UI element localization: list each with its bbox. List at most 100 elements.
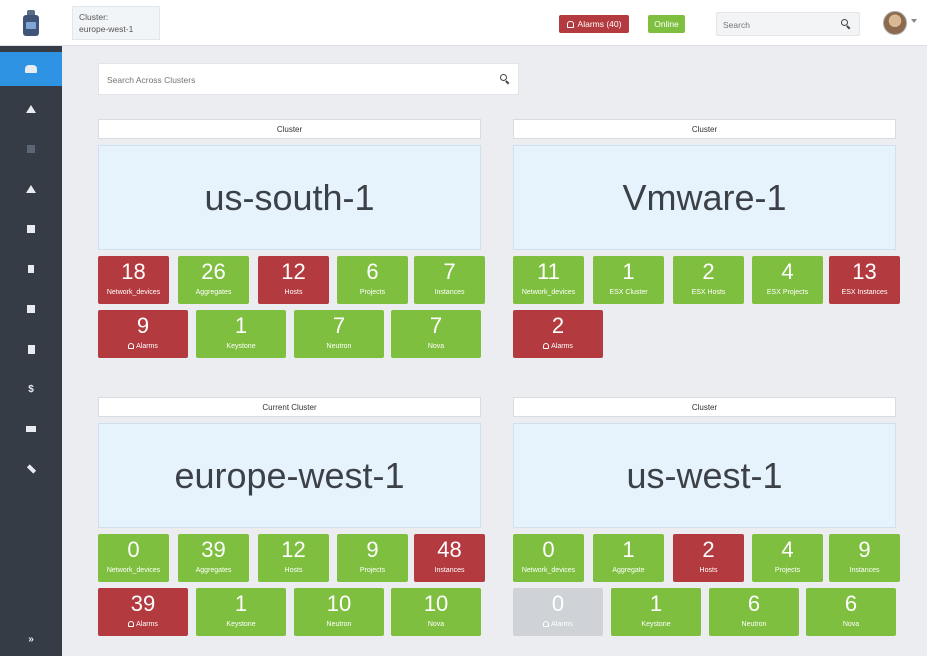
- metric-tile-projects[interactable]: 9 Projects: [337, 534, 408, 582]
- metric-label-text: Projects: [359, 289, 386, 296]
- metric-tile-alarms[interactable]: 2 Alarms: [513, 310, 603, 358]
- sidebar-item-topology[interactable]: [0, 412, 62, 446]
- current-cluster-selector[interactable]: Cluster: europe-west-1: [72, 6, 160, 40]
- metric-tile-nova[interactable]: 10 Nova: [391, 588, 481, 636]
- metric-tile-hosts[interactable]: 12 Hosts: [258, 256, 329, 304]
- metric-tile-keystone[interactable]: 1 Keystone: [196, 588, 286, 636]
- metric-label: Nova: [391, 620, 481, 630]
- metric-label: Projects: [752, 566, 823, 576]
- cluster-name[interactable]: us-west-1: [513, 423, 896, 528]
- metric-value: 13: [852, 259, 877, 284]
- cluster-name[interactable]: us-south-1: [98, 145, 481, 250]
- cluster-name[interactable]: Vmware-1: [513, 145, 896, 250]
- metric-value: 26: [201, 259, 226, 284]
- metric-tile-network-devices[interactable]: 18 Network_devices: [98, 256, 169, 304]
- metric-value: 10: [326, 591, 352, 616]
- metric-tile-keystone[interactable]: 1 Keystone: [611, 588, 701, 636]
- metric-value: 12: [281, 537, 306, 562]
- metric-tile-alarms[interactable]: 0 Alarms: [513, 588, 603, 636]
- sidebar-item-alerts[interactable]: [0, 172, 62, 206]
- metric-label: Network_devices: [513, 566, 584, 576]
- metric-tile-neutron[interactable]: 6 Neutron: [709, 588, 799, 636]
- metric-tile-network-devices[interactable]: 0 Network_devices: [513, 534, 584, 582]
- sidebar-item-billing[interactable]: $: [0, 372, 62, 406]
- metric-tile-nova[interactable]: 6 Nova: [806, 588, 896, 636]
- metric-label-text: Neutron: [326, 621, 352, 628]
- metric-tile-esx-instances[interactable]: 13 ESX Instances: [829, 256, 900, 304]
- sidebar-item-settings[interactable]: [0, 452, 62, 486]
- metric-tile-aggregates[interactable]: 39 Aggregates: [178, 534, 249, 582]
- sidebar-item-mail[interactable]: [0, 132, 62, 166]
- app-logo[interactable]: [0, 0, 62, 46]
- metric-label: Instances: [414, 288, 485, 298]
- metric-label: Network_devices: [513, 288, 584, 298]
- cluster-card: Cluster us-west-1 0 Network_devices 1 Aggrega…: [513, 397, 900, 637]
- cluster-search-input[interactable]: [107, 73, 487, 87]
- metric-value: 6: [844, 591, 858, 616]
- sidebar-item-charts[interactable]: [0, 252, 62, 286]
- alarms-button[interactable]: Alarms (40): [559, 15, 629, 33]
- metric-label-text: Network_devices: [106, 289, 161, 296]
- cluster-name[interactable]: europe-west-1: [98, 423, 481, 528]
- metric-value: 7: [332, 313, 346, 338]
- metric-label-text: Aggregates: [195, 289, 232, 296]
- metric-value: 0: [127, 537, 140, 562]
- metric-tile-aggregate[interactable]: 1 Aggregate: [593, 534, 664, 582]
- metric-tile-esx-projects[interactable]: 4 ESX Projects: [752, 256, 823, 304]
- metric-label-text: Network_devices: [106, 567, 161, 574]
- metric-tile-alarms[interactable]: 39 Alarms: [98, 588, 188, 636]
- metric-tile-instances[interactable]: 48 Instances: [414, 534, 485, 582]
- chevron-down-icon[interactable]: [911, 19, 917, 23]
- user-avatar[interactable]: [883, 11, 907, 35]
- metric-label-text: Alarms: [136, 621, 158, 628]
- metric-value: 0: [542, 537, 555, 562]
- metric-label: Projects: [337, 288, 408, 298]
- sidebar-item-home[interactable]: [0, 92, 62, 126]
- metric-tile-instances[interactable]: 7 Instances: [414, 256, 485, 304]
- metric-tile-keystone[interactable]: 1 Keystone: [196, 310, 286, 358]
- metric-tile-esx-hosts[interactable]: 2 ESX Hosts: [673, 256, 744, 304]
- metric-label-text: Keystone: [641, 621, 671, 628]
- users-icon: [25, 65, 37, 73]
- metric-tile-projects[interactable]: 6 Projects: [337, 256, 408, 304]
- cluster-card: Current Cluster europe-west-1 0 Network_dev…: [98, 397, 485, 637]
- metric-tile-hosts[interactable]: 2 Hosts: [673, 534, 744, 582]
- sidebar-expand-button[interactable]: »: [0, 622, 62, 656]
- metric-label: Keystone: [611, 620, 701, 630]
- metric-label: Nova: [391, 342, 481, 352]
- metric-value: 1: [622, 537, 635, 562]
- current-cluster-value: europe-west-1: [79, 24, 134, 34]
- metric-tile-aggregates[interactable]: 26 Aggregates: [178, 256, 249, 304]
- metric-tile-nova[interactable]: 7 Nova: [391, 310, 481, 358]
- sidebar-item-files[interactable]: [0, 332, 62, 366]
- cluster-card: Cluster Vmware-1 11 Network_devices 1 ESX Clu…: [513, 119, 900, 359]
- metric-tile-esx-cluster[interactable]: 1 ESX Cluster: [593, 256, 664, 304]
- metric-tile-network-devices[interactable]: 11 Network_devices: [513, 256, 584, 304]
- sidebar: $ »: [0, 46, 62, 656]
- sidebar-item-database[interactable]: [0, 292, 62, 326]
- metric-tile-alarms[interactable]: 9 Alarms: [98, 310, 188, 358]
- metric-value: 4: [781, 259, 794, 284]
- cluster-card-label: Current Cluster: [98, 397, 481, 417]
- metric-value: 9: [858, 537, 871, 562]
- bell-icon: [128, 621, 135, 627]
- cluster-card-label: Cluster: [513, 397, 896, 417]
- metric-label: Network_devices: [98, 566, 169, 576]
- metric-tile-projects[interactable]: 4 Projects: [752, 534, 823, 582]
- metric-label-text: Alarms: [136, 343, 158, 350]
- cluster-card-label: Cluster: [513, 119, 896, 139]
- wrench-icon: [26, 464, 36, 474]
- metric-tile-neutron[interactable]: 7 Neutron: [294, 310, 384, 358]
- header-search-input[interactable]: [723, 17, 833, 32]
- sidebar-item-servers[interactable]: [0, 212, 62, 246]
- metric-label: Aggregates: [178, 288, 249, 298]
- online-status-badge[interactable]: Online: [648, 15, 685, 33]
- metric-tile-instances[interactable]: 9 Instances: [829, 534, 900, 582]
- search-icon[interactable]: [841, 19, 851, 30]
- metric-value: 48: [437, 537, 462, 562]
- search-icon[interactable]: [500, 74, 510, 85]
- metric-tile-neutron[interactable]: 10 Neutron: [294, 588, 384, 636]
- sidebar-item-clusters[interactable]: [0, 52, 62, 86]
- metric-tile-network-devices[interactable]: 0 Network_devices: [98, 534, 169, 582]
- metric-tile-hosts[interactable]: 12 Hosts: [258, 534, 329, 582]
